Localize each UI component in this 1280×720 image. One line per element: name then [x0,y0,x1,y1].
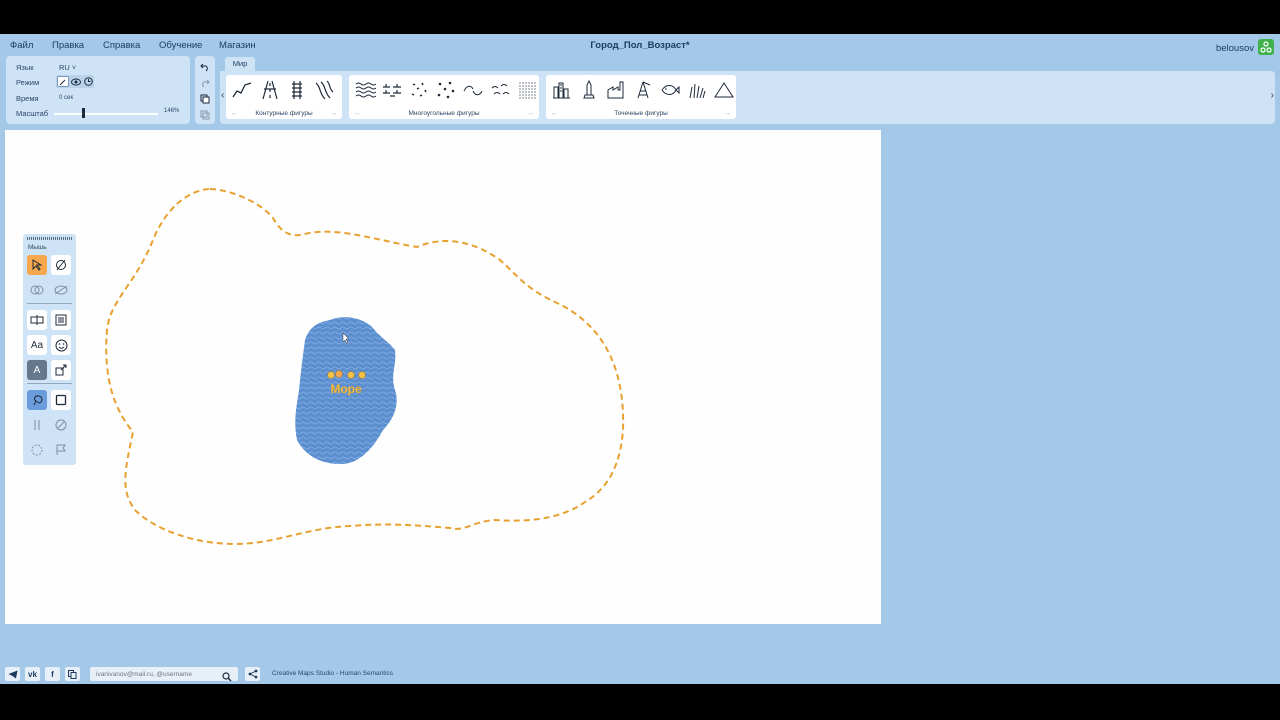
group-next-icon[interactable]: → [330,110,337,117]
emoji-icon [358,371,366,379]
highway-icon[interactable] [258,78,282,102]
export-icon[interactable] [51,360,71,380]
sand-pattern-icon[interactable] [515,78,539,102]
emoji-icon [335,370,343,378]
river-icon[interactable] [312,78,336,102]
vk-icon[interactable]: vk [25,667,40,681]
time-mode-icon[interactable] [82,76,94,87]
city-icon[interactable] [550,78,574,102]
redo-icon[interactable] [199,77,211,89]
share-icon[interactable] [245,667,260,681]
mode-switcher [56,75,94,88]
list-icon[interactable] [51,310,71,330]
factory-icon[interactable] [604,78,628,102]
menu-help[interactable]: Справка [103,40,140,51]
facebook-icon[interactable]: f [45,667,60,681]
fish-icon[interactable] [658,78,682,102]
menu-file[interactable]: Файл [10,40,33,51]
road-line-icon[interactable] [230,78,254,102]
hide-icon[interactable] [51,280,71,300]
mountain-icon[interactable] [712,78,736,102]
water-pattern-icon[interactable] [353,78,377,102]
wave-pattern-icon[interactable] [461,78,485,102]
search-icon[interactable] [222,669,232,682]
oil-rig-icon[interactable] [631,78,655,102]
time-label: Время [16,94,39,103]
tab-world[interactable]: Мир [225,57,255,71]
footer-credit: Creative Maps Studio - Human Semantics [272,670,394,677]
ripple-pattern-icon[interactable] [488,78,512,102]
emoji-tool-icon[interactable] [51,335,71,355]
chevron-down-icon: ˅ [69,63,77,72]
tool-palette: Мышь Aa A [23,234,76,465]
region-label[interactable]: Море [330,382,362,396]
intersect-icon[interactable] [27,280,47,300]
scale-value: 146% [164,108,180,114]
palette-divider [27,303,72,304]
time-value: 0 сек [59,95,73,101]
scatter-pattern-icon[interactable] [434,78,458,102]
scale-slider-track[interactable] [54,113,158,115]
ribbon-prev-icon[interactable]: ‹ [221,90,224,101]
select-pointer-icon[interactable] [27,255,47,275]
settings-panel: Язык RU ˅ Режим Время 0 сек Масштаб 146% [6,56,190,124]
app-window: Файл Правка Справка Обучение Магазин Гор… [0,34,1280,684]
dots-pattern-icon[interactable] [407,78,431,102]
grass-icon[interactable] [685,78,709,102]
telegram-icon[interactable] [5,667,20,681]
rectangle-tool-icon[interactable] [51,390,71,410]
palette-divider [27,383,72,384]
scale-slider-handle[interactable] [82,108,86,118]
group-contour-shapes: ← Контурные фигуры → [226,75,342,119]
compass-icon[interactable] [51,415,71,435]
language-value: RU [59,63,70,72]
monument-icon[interactable] [577,78,601,102]
edit-mode-icon[interactable] [57,76,69,87]
menu-edit[interactable]: Правка [52,40,84,51]
text-tool-icon[interactable]: Aa [27,335,47,355]
menu-learning[interactable]: Обучение [159,40,202,51]
footer-bar: vk f Creative Maps Studio - Human Semant… [0,664,1280,684]
group-polygon-shapes: ← Многоугольные фигуры → [349,75,539,119]
circle-select-icon[interactable] [27,440,47,460]
scale-label: Масштаб [16,109,49,118]
emoji-icon [347,371,355,379]
copy-icon[interactable] [199,93,211,105]
text-field-icon[interactable] [27,310,47,330]
language-select[interactable]: RU ˅ [59,63,76,72]
group-next-icon[interactable]: → [527,110,534,117]
palette-drag-handle[interactable] [27,237,72,240]
railway-icon[interactable] [285,78,309,102]
swamp-pattern-icon[interactable] [380,78,404,102]
paste-icon[interactable] [199,109,211,121]
copy-link-icon[interactable] [65,667,80,681]
undo-icon[interactable] [199,61,211,73]
palette-title: Мышь [28,244,47,251]
no-select-icon[interactable] [51,255,71,275]
group-label-contour: Контурные фигуры [255,110,313,117]
group-label-polygon: Многоугольные фигуры [408,110,480,117]
label-tool-icon[interactable]: A [27,360,47,380]
group-point-shapes: ← Точечные фигуры → [546,75,736,119]
ribbon-next-icon[interactable]: › [1271,90,1274,101]
language-label: Язык [16,63,34,72]
menu-bar: Файл Правка Справка Обучение Магазин Гор… [0,34,1280,56]
emoji-icon [327,371,335,379]
user-avatar-icon[interactable] [1258,39,1274,55]
lasso-tool-icon[interactable] [27,390,47,410]
group-label-point: Точечные фигуры [614,110,668,117]
view-mode-icon[interactable] [70,76,82,87]
share-search-input[interactable] [90,667,238,681]
flag-icon[interactable] [51,440,71,460]
mode-label: Режим [16,78,40,87]
user-name[interactable]: belousov [1216,43,1254,54]
map-canvas[interactable]: Море [5,130,881,624]
menu-shop[interactable]: Магазин [219,40,256,51]
history-panel [195,56,215,124]
group-next-icon[interactable]: → [724,110,731,117]
line-split-icon[interactable] [27,415,47,435]
